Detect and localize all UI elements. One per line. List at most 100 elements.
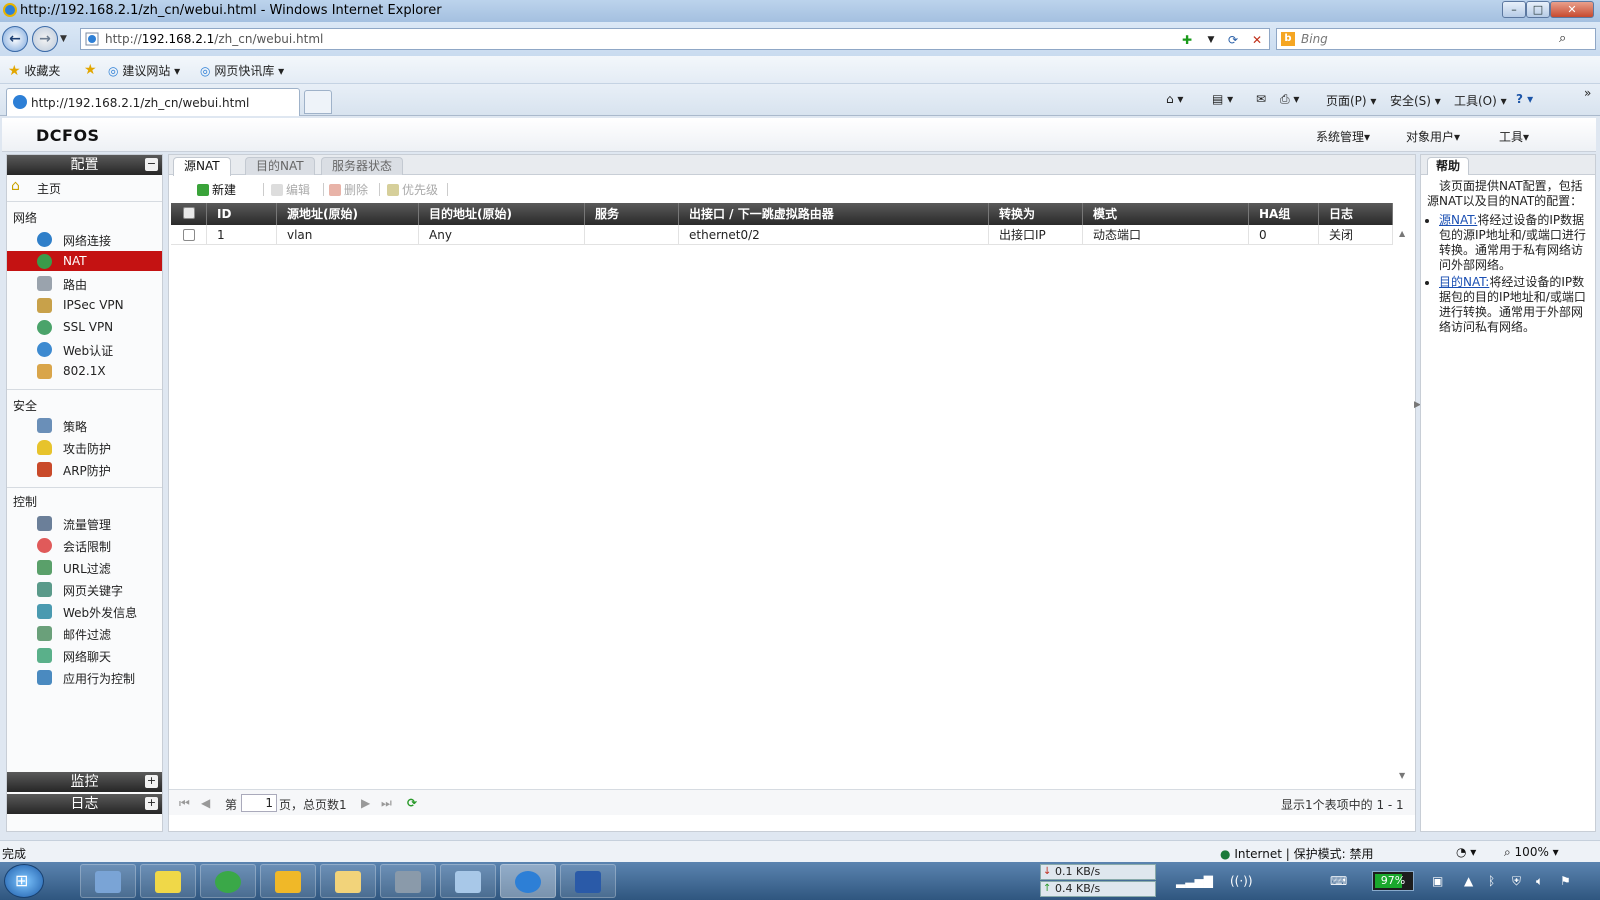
row-checkbox[interactable] [183, 229, 195, 241]
page-menu[interactable]: 页面(P) ▾ [1326, 92, 1376, 109]
recent-pages-dropdown-icon[interactable]: ▼ [60, 34, 67, 44]
tab-source-nat[interactable]: 源NAT [173, 157, 231, 176]
delete-button[interactable]: 删除 [329, 181, 368, 198]
col-service[interactable]: 服务 [585, 203, 679, 225]
tools-menu[interactable]: 工具(O) ▾ [1454, 92, 1507, 109]
taskbar-ie[interactable] [500, 864, 556, 898]
page-number-input[interactable]: 1 [241, 794, 277, 812]
refresh-icon[interactable]: ⟳ [1225, 32, 1241, 48]
show-hidden-icons[interactable]: ▲ [1464, 874, 1473, 888]
search-box[interactable]: b Bing ⌕ [1276, 28, 1596, 50]
taskbar-computer[interactable] [80, 864, 136, 898]
system-admin-menu[interactable]: 系统管理▾ [1316, 128, 1370, 145]
chevron-more-icon[interactable]: » [1584, 86, 1591, 100]
edit-button[interactable]: 编辑 [271, 181, 310, 198]
taskbar-app-2[interactable] [440, 864, 496, 898]
new-button[interactable]: 新建 [197, 181, 236, 198]
home-icon[interactable]: ⌂ ▾ [1166, 92, 1183, 106]
mail-icon[interactable]: ✉ [1256, 92, 1266, 106]
volume-icon[interactable]: 🔈︎ [1536, 874, 1543, 889]
first-page-icon[interactable]: ⏮ [179, 796, 190, 811]
taskbar-word[interactable] [560, 864, 616, 898]
config-panel-header[interactable]: 配置 − [7, 155, 162, 175]
add-favorite-icon[interactable]: ★ [84, 62, 97, 78]
minimize-button[interactable]: – [1502, 1, 1526, 18]
new-tab-button[interactable] [304, 90, 332, 114]
scroll-down-icon[interactable]: ▼ [1399, 771, 1405, 780]
taskbar-explorer[interactable] [320, 864, 376, 898]
sidebar-item-web-chat[interactable]: 网络聊天 [7, 645, 162, 665]
forward-button[interactable]: → [32, 26, 58, 52]
sidebar-item-ipsec-vpn[interactable]: IPSec VPN [7, 295, 162, 315]
col-destination-address[interactable]: 目的地址(原始) [419, 203, 585, 225]
web-slice-gallery-button[interactable]: ◎ 网页快讯库 ▾ [200, 62, 284, 79]
expand-icon[interactable]: + [145, 797, 158, 810]
address-dropdown-icon[interactable]: ▼ [1203, 32, 1219, 48]
sidebar-item-session-limit[interactable]: 会话限制 [7, 535, 162, 555]
device-icon[interactable]: ▣ [1432, 874, 1443, 888]
security-zone[interactable]: ● Internet | 保护模式: 禁用 [1220, 845, 1374, 862]
popup-blocker-icon[interactable]: ◔ ▾ [1456, 845, 1476, 859]
priority-button[interactable]: 优先级 [387, 181, 438, 198]
sidebar-item-home[interactable]: ⌂ 主页 [7, 177, 162, 197]
help-link-source-nat[interactable]: 源NAT: [1439, 213, 1477, 227]
monitor-panel-header[interactable]: 监控 + [7, 772, 162, 792]
select-all-checkbox[interactable] [183, 207, 195, 219]
sidebar-item-url-filter[interactable]: URL过滤 [7, 557, 162, 577]
scroll-up-icon[interactable]: ▲ [1399, 229, 1405, 238]
search-icon[interactable]: ⌕ [1559, 31, 1566, 46]
sidebar-item-app-behavior-control[interactable]: 应用行为控制 [7, 667, 162, 687]
col-translate-to[interactable]: 转换为 [989, 203, 1083, 225]
sidebar-item-arp-defense[interactable]: ARP防护 [7, 459, 162, 479]
taskbar-outlook[interactable] [260, 864, 316, 898]
refresh-grid-icon[interactable]: ⟳ [407, 796, 417, 810]
print-icon[interactable]: ⎙ ▾ [1280, 92, 1299, 107]
col-egress-interface[interactable]: 出接口 / 下一跳虚拟路由器 [679, 203, 989, 225]
sidebar-item-traffic-management[interactable]: 流量管理 [7, 513, 162, 533]
feeds-icon[interactable]: ▤ ▾ [1212, 92, 1233, 106]
sidebar-item-attack-defense[interactable]: 攻击防护 [7, 437, 162, 457]
battery-indicator[interactable]: 97% [1372, 871, 1414, 891]
help-icon[interactable]: ? ▾ [1516, 92, 1533, 106]
help-link-destination-nat[interactable]: 目的NAT: [1439, 275, 1489, 289]
sidebar-item-routing[interactable]: 路由 [7, 273, 162, 293]
safety-menu[interactable]: 安全(S) ▾ [1390, 92, 1441, 109]
security-shield-icon[interactable]: ⛨ [1512, 874, 1521, 889]
table-scrollbar[interactable]: ▲ ▼ [1397, 225, 1411, 785]
collapse-icon[interactable]: − [145, 158, 158, 171]
sidebar-item-nat[interactable]: NAT [7, 251, 162, 271]
sidebar-item-web-outbound-info[interactable]: Web外发信息 [7, 601, 162, 621]
taskbar-app[interactable] [380, 864, 436, 898]
help-tab[interactable]: 帮助 [1427, 157, 1470, 175]
close-window-button[interactable]: ✕ [1550, 1, 1594, 18]
signal-icon[interactable]: ▂▃▅▇ [1176, 874, 1213, 888]
compatibility-icon[interactable]: ✚ [1179, 32, 1195, 48]
col-id[interactable]: ID [207, 203, 277, 225]
sidebar-item-mail-filter[interactable]: 邮件过滤 [7, 623, 162, 643]
wireless-icon[interactable]: ((·)) [1230, 874, 1253, 888]
sidebar-item-policy[interactable]: 策略 [7, 415, 162, 435]
expand-icon[interactable]: + [145, 775, 158, 788]
col-mode[interactable]: 模式 [1083, 203, 1249, 225]
log-panel-header[interactable]: 日志 + [7, 794, 162, 814]
table-row[interactable]: 1 vlan Any ethernet0/2 出接口IP 动态端口 0 关闭 [171, 225, 1393, 245]
keyboard-icon[interactable]: ⌨ [1330, 874, 1347, 888]
browser-tab[interactable]: http://192.168.2.1/zh_cn/webui.html [6, 88, 300, 116]
sidebar-item-network-connection[interactable]: 网络连接 [7, 229, 162, 249]
sidebar-item-web-auth[interactable]: Web认证 [7, 339, 162, 359]
tools-app-menu[interactable]: 工具▾ [1499, 128, 1529, 145]
taskbar-notes[interactable] [140, 864, 196, 898]
col-source-address[interactable]: 源地址(原始) [277, 203, 419, 225]
address-bar[interactable]: http://192.168.2.1/zh_cn/webui.html ✚ ▼ … [80, 28, 1270, 50]
object-users-menu[interactable]: 对象用户▾ [1406, 128, 1460, 145]
sidebar-item-web-keyword[interactable]: 网页关键字 [7, 579, 162, 599]
next-page-icon[interactable]: ▶ [361, 796, 370, 810]
col-ha-group[interactable]: HA组 [1249, 203, 1319, 225]
stop-icon[interactable]: ✕ [1249, 32, 1265, 48]
col-log[interactable]: 日志 [1319, 203, 1393, 225]
back-button[interactable]: ← [2, 26, 28, 52]
action-center-icon[interactable]: ⚑ [1560, 874, 1571, 888]
tab-server-status[interactable]: 服务器状态 [321, 157, 404, 175]
sidebar-item-ssl-vpn[interactable]: SSL VPN [7, 317, 162, 337]
suggested-sites-button[interactable]: ◎ 建议网站 ▾ [108, 62, 180, 79]
